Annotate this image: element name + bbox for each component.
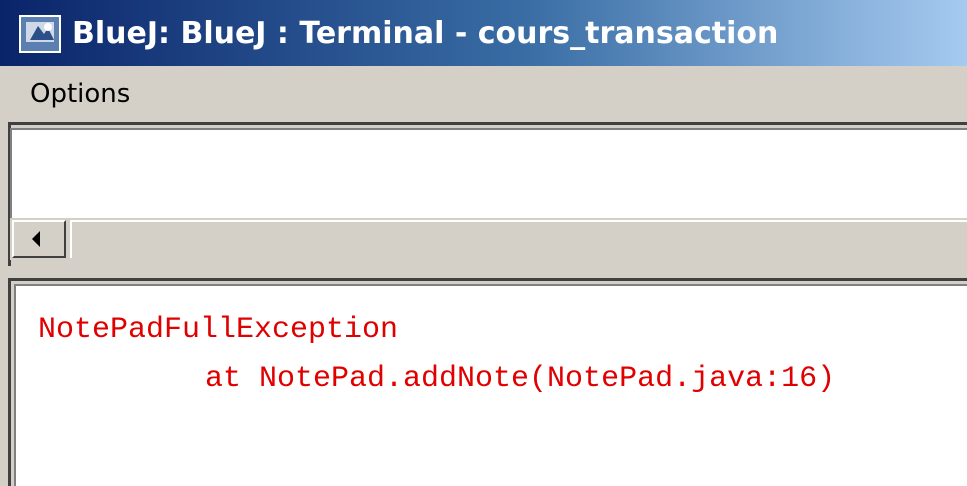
bluej-terminal-icon xyxy=(19,15,61,53)
scroll-left-button[interactable] xyxy=(12,220,66,258)
input-panel[interactable] xyxy=(10,128,967,218)
scrollbar-track[interactable] xyxy=(70,220,967,258)
menu-bar: Options xyxy=(0,66,967,124)
arrow-left-icon xyxy=(32,231,40,247)
menu-options[interactable]: Options xyxy=(30,79,130,109)
output-line-stacktrace: at NotePad.addNote(NotePad.java:16) xyxy=(205,362,836,396)
title-bar[interactable]: BlueJ: BlueJ : Terminal - cours_transact… xyxy=(0,0,967,66)
window-title: BlueJ: BlueJ : Terminal - cours_transact… xyxy=(72,15,779,51)
output-line-exception: NotePadFullException xyxy=(38,313,399,347)
